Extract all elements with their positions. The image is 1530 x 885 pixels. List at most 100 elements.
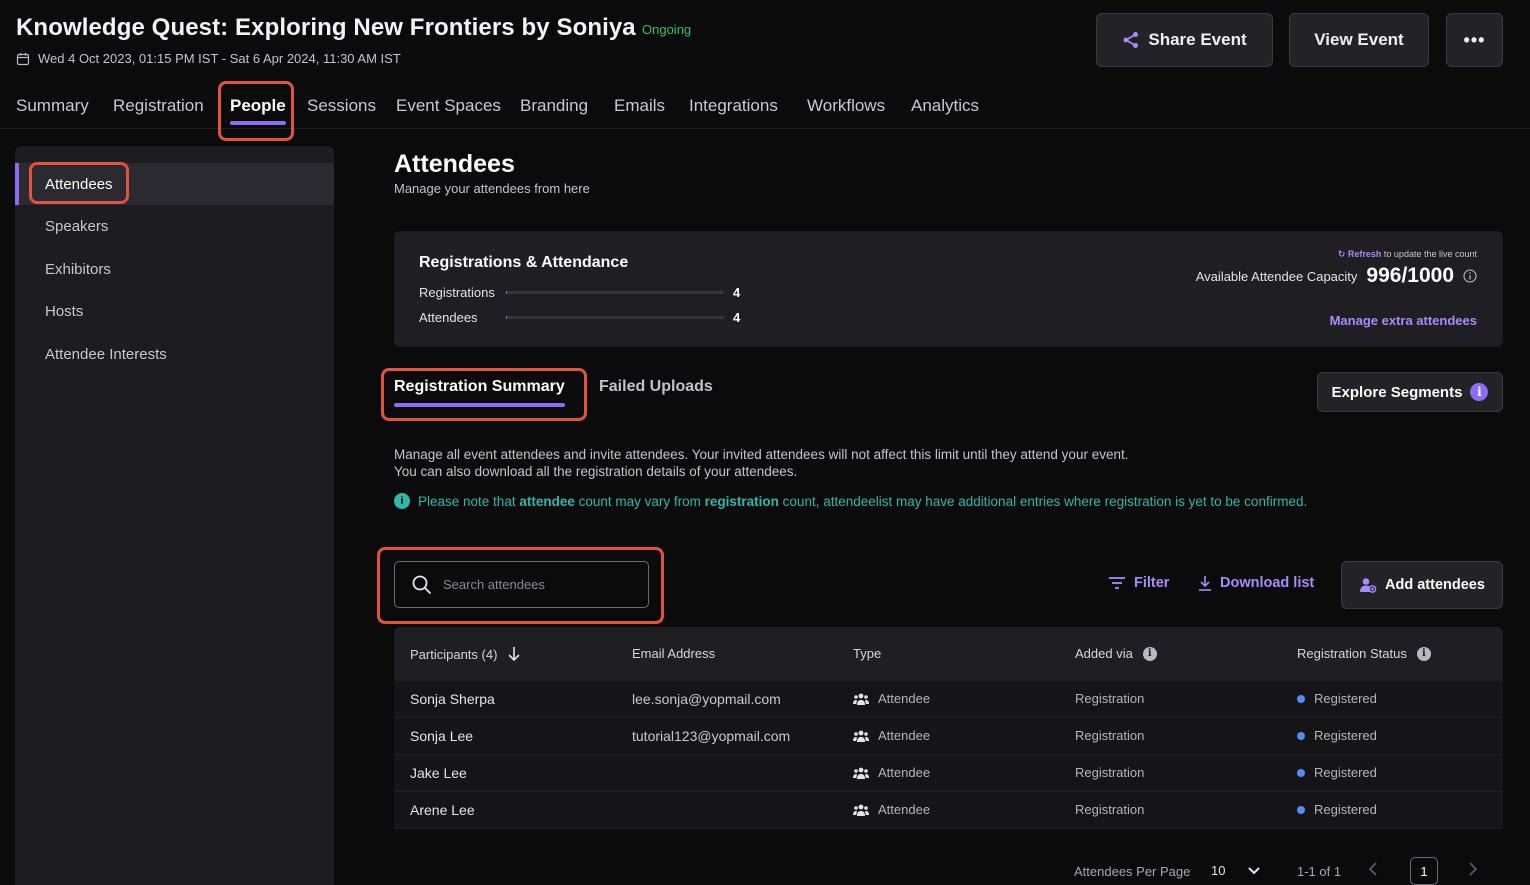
explore-segments-label: Explore Segments — [1331, 383, 1463, 401]
per-page-value: 10 — [1211, 863, 1226, 878]
manage-extra-attendees-link[interactable]: Manage extra attendees — [1330, 313, 1477, 328]
info-icon: i — [394, 493, 410, 509]
capacity-value: 996/1000 — [1366, 264, 1454, 287]
participant-status-label: Registered — [1314, 765, 1377, 780]
tab-event-spaces[interactable]: Event Spaces — [396, 96, 501, 116]
chevron-left-icon[interactable] — [1368, 862, 1378, 876]
participant-added-via: Registration — [1075, 691, 1145, 706]
tab-workflows[interactable]: Workflows — [807, 96, 885, 116]
participant-status-label: Registered — [1314, 802, 1377, 817]
search-box[interactable] — [394, 561, 649, 608]
more-options-button[interactable]: ••• — [1446, 13, 1503, 67]
add-attendees-label: Add attendees — [1385, 577, 1485, 593]
attendees-table: Participants (4) Email Address Type Adde… — [394, 627, 1503, 829]
col-registration-status-label: Registration Status — [1297, 646, 1407, 661]
refresh-icon[interactable]: ↻ — [1338, 249, 1348, 259]
tab-emails[interactable]: Emails — [614, 96, 665, 116]
participant-name: Sonja Sherpa — [410, 691, 495, 707]
table-row[interactable]: Sonja Sherpa lee.sonja@yopmail.com Atten… — [394, 681, 1503, 718]
attendee-capacity: Available Attendee Capacity 996/1000 — [1196, 264, 1477, 288]
participant-status-label: Registered — [1314, 691, 1377, 706]
participant-added-via: Registration — [1075, 802, 1145, 817]
participant-type: Attendee — [853, 802, 930, 817]
page-number-current[interactable]: 1 — [1410, 857, 1438, 885]
group-icon — [853, 693, 869, 705]
filter-button[interactable]: Filter — [1108, 575, 1169, 591]
tab-registration-summary[interactable]: Registration Summary — [394, 378, 565, 407]
participant-status: Registered — [1297, 728, 1377, 743]
table-header: Participants (4) Email Address Type Adde… — [394, 627, 1503, 681]
sidebar-item-exhibitors[interactable]: Exhibitors — [15, 248, 334, 290]
download-list-button[interactable]: Download list — [1198, 575, 1314, 591]
col-registration-status: Registration Status i — [1297, 646, 1431, 661]
sidebar-item-speakers[interactable]: Speakers — [15, 205, 334, 247]
page-range: 1-1 of 1 — [1297, 864, 1342, 879]
card-title: Registrations & Attendance — [419, 254, 629, 271]
tab-registration[interactable]: Registration — [113, 96, 204, 116]
search-input[interactable] — [443, 577, 633, 592]
tab-summary[interactable]: Summary — [16, 96, 89, 116]
attendees-label: Attendees — [419, 310, 478, 325]
capacity-label: Available Attendee Capacity — [1195, 268, 1358, 284]
participant-type: Attendee — [853, 728, 930, 743]
tab-integrations[interactable]: Integrations — [689, 96, 778, 116]
table-row[interactable]: Arene Lee Attendee Registration Register… — [394, 792, 1503, 829]
participant-type-label: Attendee — [878, 802, 931, 817]
explore-segments-button[interactable]: Explore Segments i — [1317, 372, 1503, 412]
col-email-label: Email Address — [632, 646, 716, 661]
event-dates: Wed 4 Oct 2023, 01:15 PM IST - Sat 6 Apr… — [16, 51, 401, 66]
view-event-button[interactable]: View Event — [1289, 13, 1429, 67]
participant-type-label: Attendee — [878, 728, 931, 743]
participant-status: Registered — [1297, 691, 1377, 706]
participant-added-via: Registration — [1075, 728, 1145, 743]
status-dot — [1297, 805, 1305, 814]
col-added-via-label: Added via — [1075, 646, 1133, 661]
table-row[interactable]: Sonja Lee tutorial123@yopmail.com Attend… — [394, 718, 1503, 755]
col-participants[interactable]: Participants (4) — [410, 646, 521, 662]
col-type: Type — [853, 646, 881, 661]
refresh-link[interactable]: Refresh — [1348, 249, 1382, 259]
info-icon[interactable] — [1463, 269, 1477, 283]
filter-label: Filter — [1134, 575, 1170, 591]
event-dates-text: Wed 4 Oct 2023, 01:15 PM IST - Sat 6 Apr… — [38, 51, 401, 66]
share-event-button[interactable]: Share Event — [1096, 13, 1273, 67]
participant-status: Registered — [1297, 765, 1377, 780]
sort-arrow-down-icon[interactable] — [507, 646, 521, 662]
attendees-bar-fill — [506, 316, 507, 319]
status-dot — [1297, 768, 1305, 777]
per-page-select[interactable]: 10 — [1211, 863, 1225, 878]
people-sidebar: Attendees Speakers Exhibitors Hosts Atte… — [15, 146, 334, 885]
sidebar-item-attendees[interactable]: Attendees — [15, 163, 334, 205]
tab-branding[interactable]: Branding — [520, 96, 588, 116]
info-icon[interactable]: i — [1416, 646, 1431, 661]
status-dot — [1297, 694, 1305, 703]
info-icon[interactable]: i — [1142, 646, 1157, 661]
registrations-bar-fill — [506, 291, 507, 294]
status-dot — [1297, 731, 1305, 740]
sidebar-item-hosts[interactable]: Hosts — [15, 290, 334, 332]
download-list-label: Download list — [1220, 575, 1315, 591]
participant-type: Attendee — [853, 765, 930, 780]
event-status-badge: Ongoing — [642, 22, 692, 37]
tab-people[interactable]: People — [230, 96, 286, 125]
table-row[interactable]: Jake Lee Attendee Registration Registere… — [394, 755, 1503, 792]
page-subtitle: Manage your attendees from here — [394, 181, 590, 196]
tab-failed-uploads[interactable]: Failed Uploads — [599, 378, 713, 396]
note-text: Please note that attendee count may vary… — [418, 494, 1307, 509]
participant-type-label: Attendee — [878, 765, 931, 780]
search-icon — [412, 575, 431, 594]
description-line-2: You can also download all the registrati… — [394, 464, 798, 479]
per-page-label: Attendees Per Page — [1074, 864, 1191, 879]
sidebar-item-attendee-interests[interactable]: Attendee Interests — [15, 333, 334, 375]
registrations-label: Registrations — [419, 285, 495, 300]
add-user-icon — [1360, 578, 1377, 593]
tab-sessions[interactable]: Sessions — [307, 96, 376, 116]
tab-analytics[interactable]: Analytics — [911, 96, 979, 116]
add-attendees-button[interactable]: Add attendees — [1341, 561, 1503, 609]
col-email: Email Address — [632, 646, 715, 661]
registrations-attendance-card: Registrations & Attendance Registrations… — [394, 231, 1503, 347]
chevron-down-icon[interactable] — [1247, 866, 1261, 876]
chevron-right-icon[interactable] — [1468, 862, 1478, 876]
download-icon — [1199, 576, 1211, 591]
count-note: i Please note that attendee count may va… — [394, 493, 1307, 509]
